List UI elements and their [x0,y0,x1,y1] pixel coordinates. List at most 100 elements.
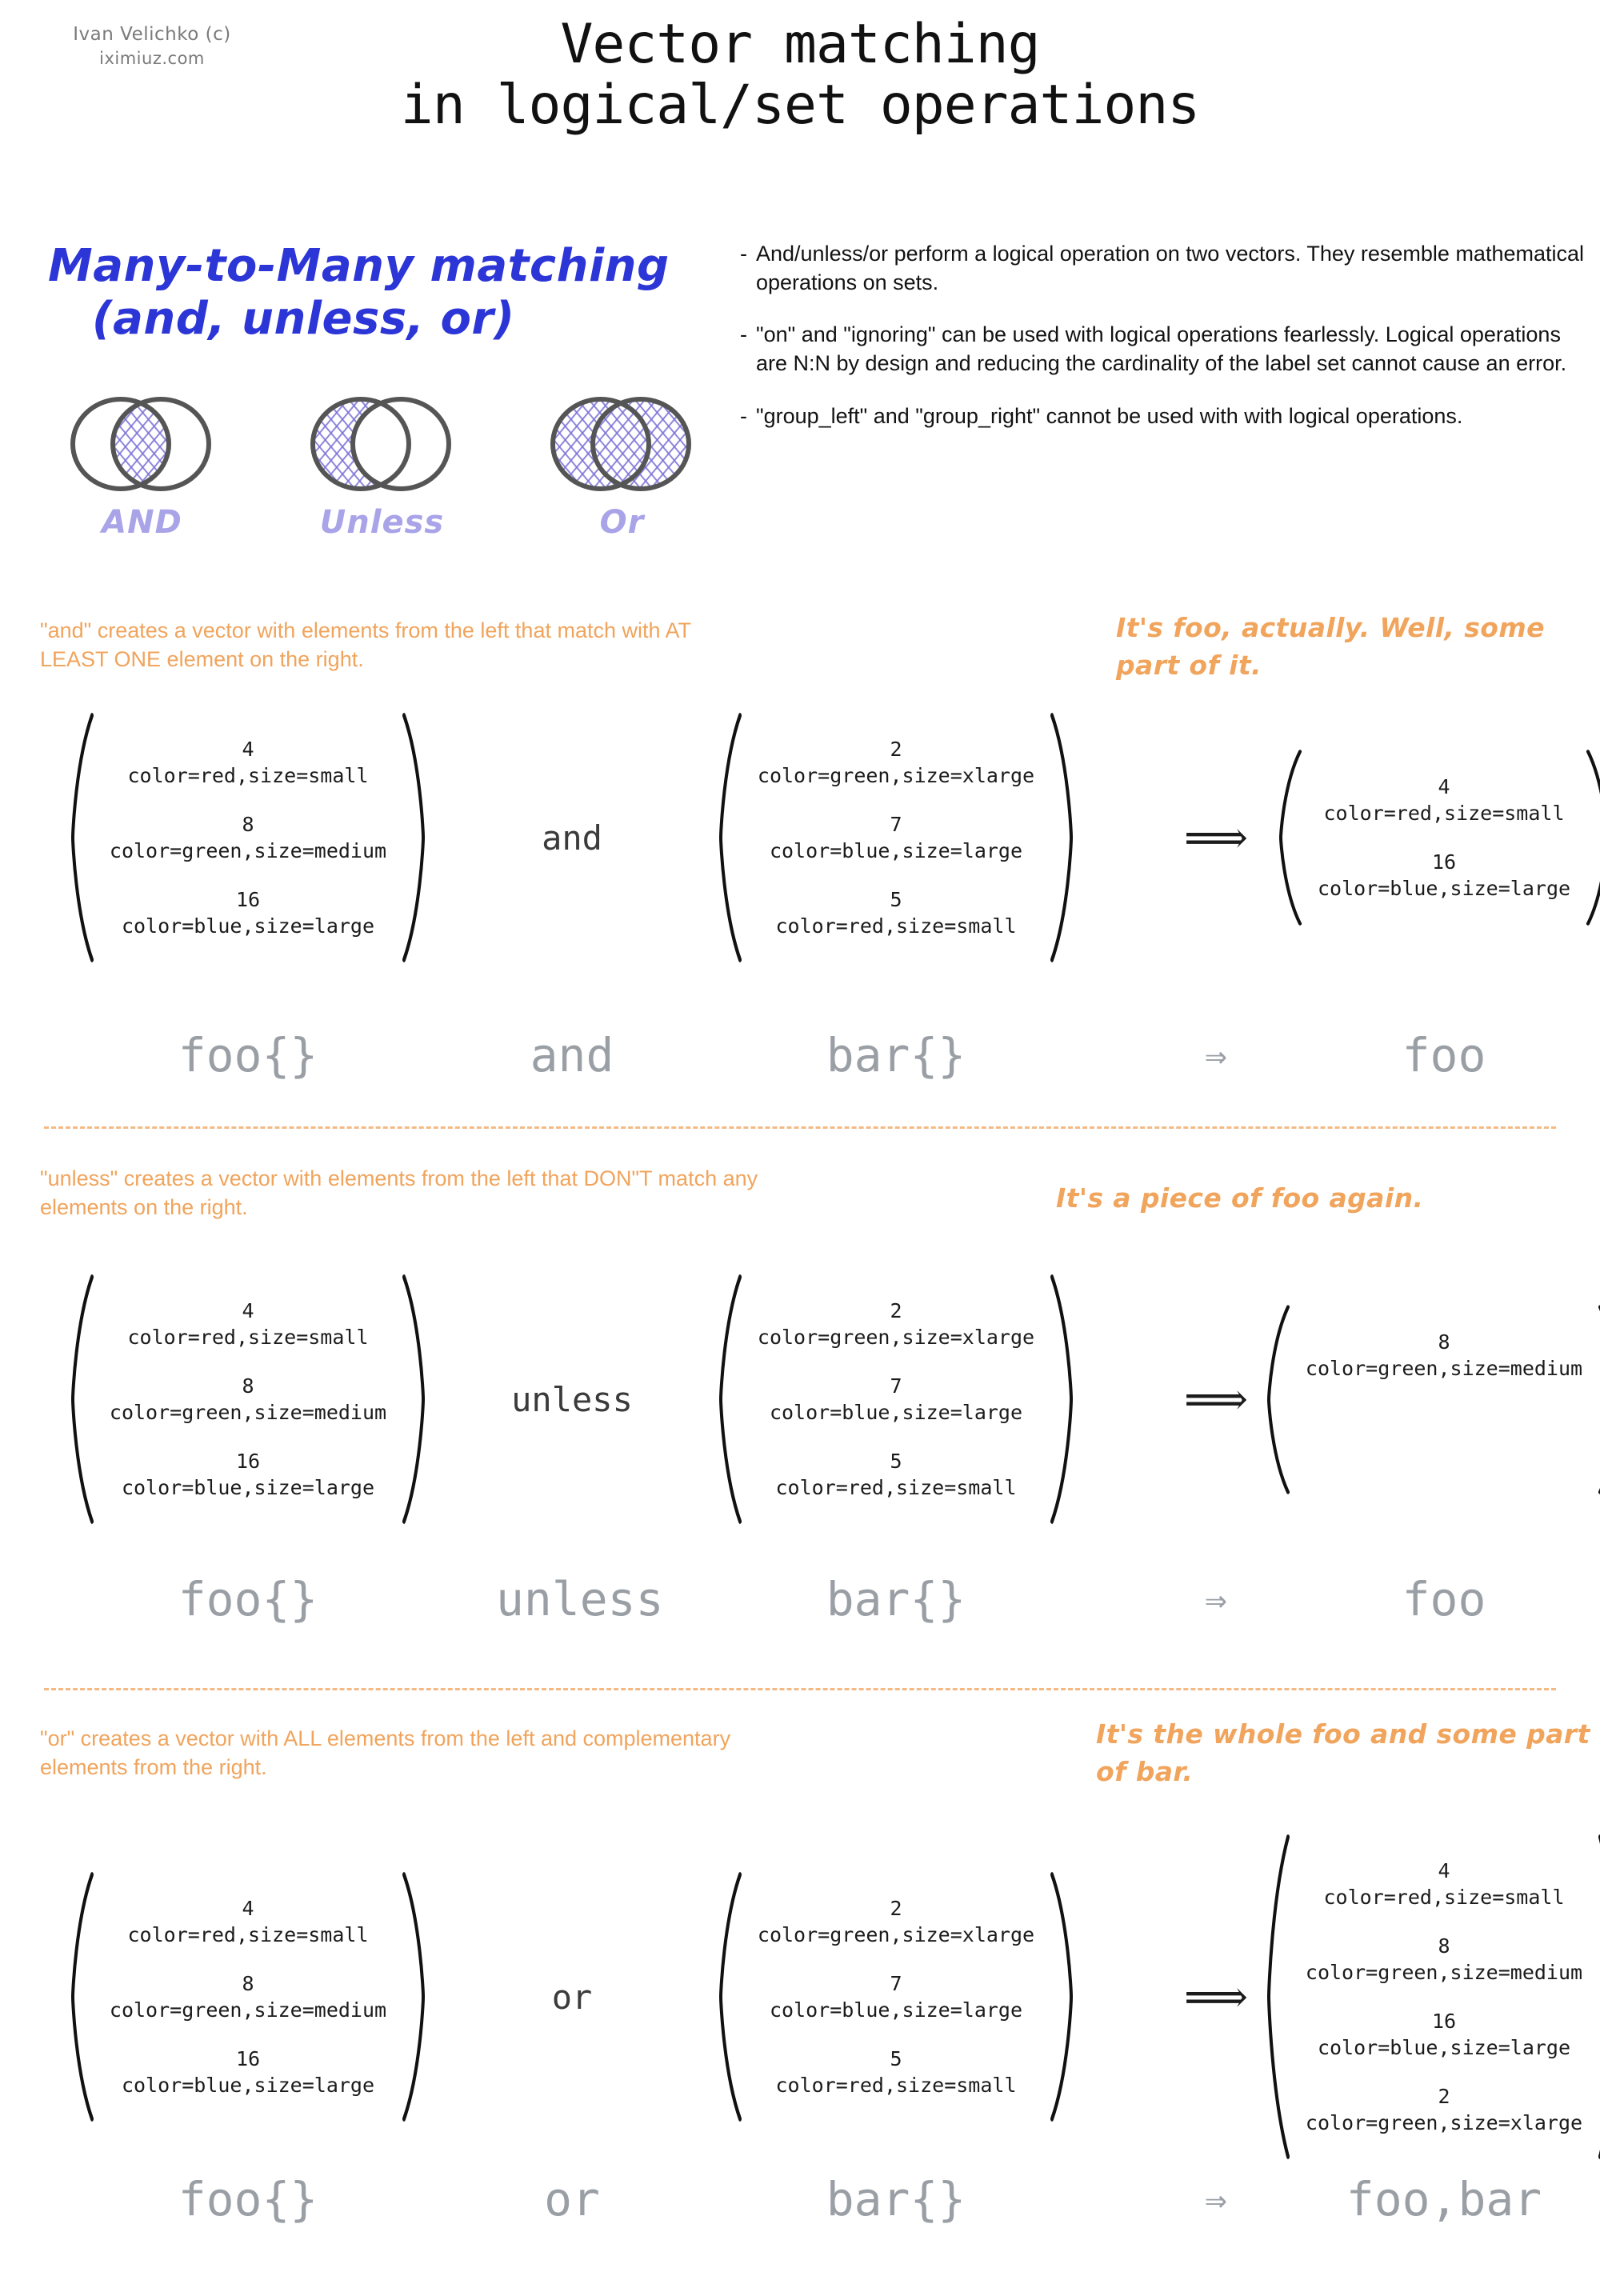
matrix-cell: 4 color=red,size=small [100,1286,396,1362]
matrix-cell: 5 color=red,size=small [748,2034,1044,2110]
section-description: "unless" creates a vector with elements … [40,1166,758,1220]
matrix-cell-value: 16 [1431,2010,1457,2033]
expr-arrow-icon: ⇒ [1205,1034,1227,1077]
brace-right-open-icon [716,1272,743,1526]
matrix-cell-value: 4 [242,1299,254,1322]
brace-result-open-icon [1264,1303,1291,1496]
matrix-cell-labels: color=green,size=medium [1305,1356,1583,1380]
matrix-left-wrapper: 4 color=red,size=small 8 color=green,siz… [0,710,496,965]
brace-result-open-icon [1276,748,1303,927]
matrix-result: 8 color=green,size=medium [1264,1303,1600,1496]
expr-operator: and [530,1028,614,1082]
matrix-cell-value: 5 [890,2047,902,2070]
matrix-cell-value: 2 [890,738,902,761]
venn-diagram-row: AND Unless Or [44,392,748,544]
brace-result-close-icon [1585,748,1600,927]
matrix-cell-value: 8 [242,1374,254,1398]
matrix-cell-value: 7 [890,1972,902,1995]
expr-left-selector: foo{} [178,1572,318,1626]
matrix-row-and: 4 color=red,size=small 8 color=green,siz… [0,710,1600,965]
operator-or: or [551,1977,593,2017]
matrix-cell: 2 color=green,size=xlarge [1296,2072,1592,2147]
venn-diagram-and: AND [44,392,240,541]
venn-or-icon [524,392,720,496]
matrix-cell-value: 5 [890,1450,902,1473]
section-description: "or" creates a vector with ALL elements … [40,1726,731,1780]
matrix-cell: 8 color=green,size=medium [100,1362,396,1437]
matrix-result-wrapper: 4 color=red,size=small 16 color=blue,siz… [1278,748,1600,927]
matrix-result-wrapper: 8 color=green,size=medium [1266,1303,1600,1496]
matrix-cell: 4 color=red,size=small [100,1884,396,1959]
matrix-cell: 8 color=green,size=medium [1296,1318,1592,1393]
attribution-author: Ivan Velichko (c) [73,24,231,45]
matrix-cell-labels: color=red,size=small [775,914,1017,938]
matrix-cell: 8 color=green,size=medium [100,800,396,875]
matrix-cell-value: 4 [242,1897,254,1920]
bullet-dash-icon: - [740,403,747,428]
matrix-row-or: 4 color=red,size=small 8 color=green,siz… [0,1832,1600,2162]
matrix-cell: 16 color=blue,size=large [1308,838,1580,913]
venn-and-icon [70,397,211,491]
notes-list: - And/unless/or perform a logical operat… [740,240,1592,454]
expr-right-selector: bar{} [826,1028,966,1082]
venn-diagram-or: Or [524,392,720,541]
bullet-dash-icon: - [740,242,747,266]
matrix-right-wrapper: 2 color=green,size=xlarge 7 color=blue,s… [648,1870,1144,2124]
expression-row-or: foo{} or bar{} ⇒ foo,bar [0,2172,1600,2226]
matrix-cell: 4 color=red,size=small [1308,762,1580,838]
matrix-row-unless: 4 color=red,size=small 8 color=green,siz… [0,1272,1600,1526]
matrix-result: 4 color=red,size=small 8 color=green,siz… [1264,1832,1600,2162]
section-quip: It's the whole foo and some part of bar. [1096,1718,1590,1787]
matrix-cell-value: 4 [1438,775,1450,798]
matrix-cell-value: 4 [1438,1859,1450,1882]
venn-label-unless: Unless [319,504,445,541]
expr-operator: or [544,2172,600,2226]
expr-result: foo,bar [1346,2172,1542,2226]
brace-result-open-icon [1264,1832,1291,2162]
expr-operator: unless [496,1572,664,1626]
matrix-cell: 5 color=red,size=small [748,1437,1044,1512]
matrix-cell: 7 color=blue,size=large [748,1362,1044,1437]
many-to-many-heading-line-1: Many-to-Many matching [48,240,670,292]
matrix-result-body: 4 color=red,size=small 16 color=blue,siz… [1303,748,1585,927]
matrix-left-wrapper: 4 color=red,size=small 8 color=green,siz… [0,1870,496,2124]
matrix-cell-labels: color=red,size=small [775,1476,1017,1499]
matrix-cell-labels: color=blue,size=large [1317,2036,1571,2059]
matrix-left: 4 color=red,size=small 8 color=green,siz… [68,1870,428,2124]
matrix-cell-value: 2 [890,1897,902,1920]
matrix-cell-labels: color=green,size=xlarge [757,764,1035,787]
matrix-cell-labels: color=green,size=medium [109,1998,387,2022]
matrix-right-body: 2 color=green,size=xlarge 7 color=blue,s… [743,1870,1049,2124]
matrix-left-wrapper: 4 color=red,size=small 8 color=green,siz… [0,1272,496,1526]
matrix-cell: 7 color=blue,size=large [748,1959,1044,2034]
note-item: - And/unless/or perform a logical operat… [740,240,1592,297]
expr-right-selector: bar{} [826,2172,966,2226]
matrix-right-body: 2 color=green,size=xlarge 7 color=blue,s… [743,1272,1049,1526]
matrix-cell-labels: color=green,size=medium [109,1401,387,1424]
matrix-cell: 16 color=blue,size=large [100,2034,396,2110]
matrix-cell-labels: color=blue,size=large [769,1401,1023,1424]
matrix-cell-labels: color=green,size=xlarge [757,1326,1035,1349]
page-title-line-1: Vector matching [560,13,1040,76]
matrix-cell-labels: color=blue,size=large [1317,877,1571,900]
matrix-cell: 2 color=green,size=xlarge [748,1884,1044,1959]
attribution: Ivan Velichko (c) iximiuz.com [44,22,260,70]
matrix-cell-value: 16 [235,888,261,911]
brace-right-open-icon [716,1870,743,2124]
section-quip: It's a piece of foo again. [1056,1182,1424,1214]
matrix-cell-labels: color=red,size=small [1323,802,1565,825]
venn-label-and: AND [102,504,182,541]
matrix-cell: 16 color=blue,size=large [100,875,396,950]
matrix-cell-value: 7 [890,813,902,836]
result-arrow-icon: ⟹ [1183,811,1249,864]
matrix-cell: 2 color=green,size=xlarge [748,1286,1044,1362]
matrix-cell: 2 color=green,size=xlarge [748,725,1044,800]
matrix-cell-labels: color=blue,size=large [121,1476,375,1499]
matrix-cell-value: 16 [1431,850,1457,874]
brace-result-close-icon [1597,1832,1600,2162]
matrix-cell-labels: color=red,size=small [127,1923,369,1946]
note-text: "on" and "ignoring" can be used with log… [756,322,1567,375]
matrix-cell-labels: color=green,size=medium [109,839,387,862]
brace-left-close-icon [401,1870,428,2124]
expr-result: foo [1402,1572,1486,1626]
